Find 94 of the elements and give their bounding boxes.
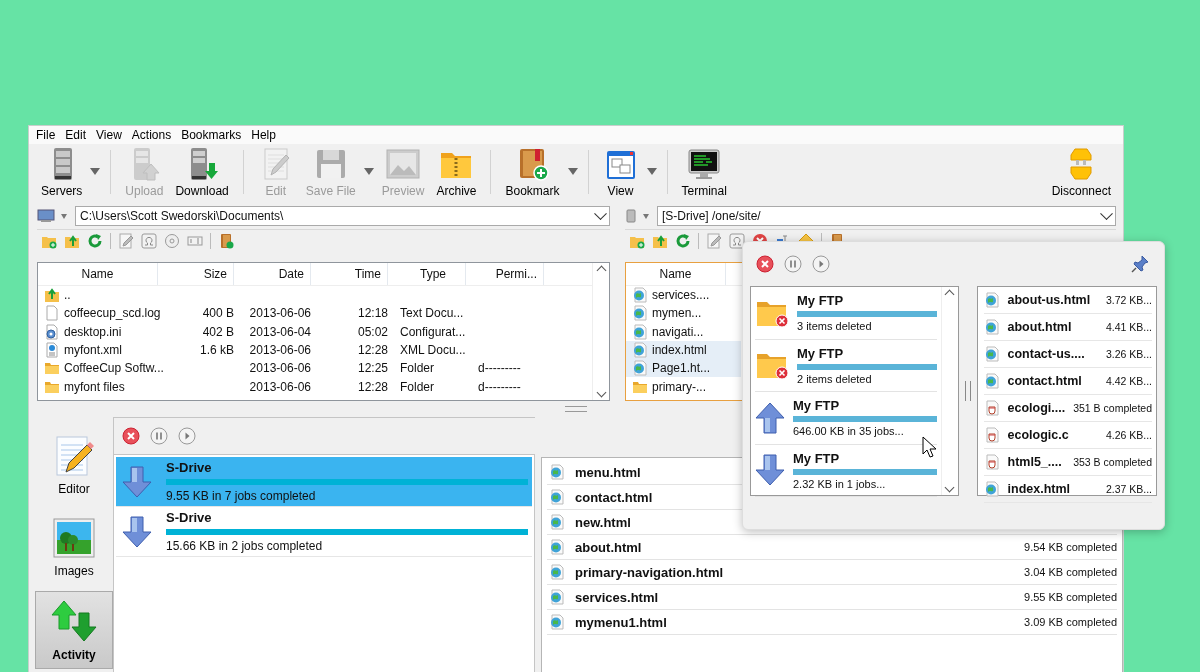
queue-detail: 646.00 KB in 35 jobs... xyxy=(793,425,904,438)
sidebar-item[interactable]: Activity xyxy=(35,591,113,669)
file-date: 2013-06-06 xyxy=(249,343,311,358)
file-time: 12:28 xyxy=(357,343,388,358)
file-name: ecologi.... xyxy=(1007,401,1066,415)
file-name: about.html xyxy=(575,539,642,555)
column-header[interactable]: Permi... xyxy=(466,263,544,285)
path-field[interactable]: C:\Users\Scott Swedorski\Documents\ xyxy=(75,206,610,226)
file-date: 2013-06-04 xyxy=(249,324,311,339)
transfer-status: 351 B completed xyxy=(1073,402,1152,414)
column-header[interactable]: Name xyxy=(626,263,726,285)
file-name: contact-us.... xyxy=(1007,347,1085,361)
transfer-status: 4.42 KB... xyxy=(1105,375,1152,387)
file-name: desktop.ini xyxy=(64,324,122,339)
menu-item[interactable]: Bookmarks xyxy=(176,128,247,142)
menu-item[interactable]: Actions xyxy=(126,128,177,142)
disconnect-button[interactable]: Disconnect xyxy=(1045,146,1117,202)
transfer-status: 3.04 KB completed xyxy=(1024,566,1117,578)
file-name: ecologic.c xyxy=(1007,428,1069,442)
queue-title: My FTP xyxy=(793,398,840,414)
file-permissions: d--------- xyxy=(478,361,521,376)
file-row[interactable]: Page1.ht... xyxy=(626,359,741,378)
queue-detail: 2.32 KB in 1 jobs... xyxy=(793,477,886,490)
file-row[interactable]: navigati... xyxy=(626,322,741,341)
menu-item[interactable]: View xyxy=(91,128,127,142)
file-row[interactable]: index.html xyxy=(626,340,741,360)
file-size: 402 B xyxy=(202,324,234,339)
terminal-button[interactable]: Terminal xyxy=(675,146,733,202)
file-time: 12:18 xyxy=(357,306,388,321)
file-name: myfont files xyxy=(64,379,125,394)
download-button[interactable]: Download xyxy=(169,146,235,202)
file-size: 1.6 kB xyxy=(199,343,234,358)
file-name: menu.html xyxy=(575,464,641,480)
menu-item[interactable]: Edit xyxy=(60,128,92,142)
path-field[interactable]: [S-Drive] /one/site/ xyxy=(657,206,1116,226)
file-type: Text Docu... xyxy=(400,306,464,321)
file-name: about.html xyxy=(1007,320,1072,334)
file-size: 400 B xyxy=(202,306,234,321)
file-time: 12:25 xyxy=(357,361,388,376)
file-name: myfont.xml xyxy=(64,343,122,358)
queue-detail: 2 items deleted xyxy=(797,372,872,385)
file-name: mymenu1.html xyxy=(575,614,667,630)
column-header[interactable]: Size xyxy=(158,263,234,285)
column-header[interactable]: Type xyxy=(388,263,466,285)
transfer-status: 353 B completed xyxy=(1073,456,1152,468)
queue-title: My FTP xyxy=(797,293,844,309)
column-header[interactable]: Time xyxy=(311,263,388,285)
file-name: coffeecup_scd.log xyxy=(64,306,161,321)
file-date: 2013-06-06 xyxy=(249,379,311,394)
file-name: primary-navigation.html xyxy=(575,564,724,580)
transfer-status: 9.55 KB completed xyxy=(1024,591,1117,603)
file-name: about-us.html xyxy=(1007,293,1091,307)
file-type: XML Docu... xyxy=(400,343,466,358)
file-name: contact.html xyxy=(575,489,653,505)
file-time: 12:28 xyxy=(357,379,388,394)
sidebar-item[interactable]: Images xyxy=(35,509,113,587)
sidebar-item[interactable]: Editor xyxy=(35,427,113,505)
transfer-status: 3.72 KB... xyxy=(1105,294,1152,306)
menu-item[interactable]: Help xyxy=(246,128,281,142)
file-row[interactable]: mymen... xyxy=(626,304,741,323)
transfer-status: 3.26 KB... xyxy=(1105,348,1152,360)
queue-item[interactable]: S-Drive 15.66 KB in 2 jobs completed xyxy=(116,507,532,557)
transfer-status: 9.54 KB completed xyxy=(1024,541,1117,553)
file-type: Configurat... xyxy=(400,324,466,339)
transfer-status: 3.09 KB completed xyxy=(1024,616,1117,628)
queue-item[interactable]: S-Drive 9.55 KB in 7 jobs completed xyxy=(116,457,532,507)
file-name: html5_.... xyxy=(1007,455,1062,469)
bookmark-button[interactable]: Bookmark xyxy=(499,146,566,202)
file-name: new.html xyxy=(575,514,631,530)
column-header[interactable]: Date xyxy=(234,263,311,285)
queue-detail: 3 items deleted xyxy=(797,320,872,333)
file-name: index.html xyxy=(1007,482,1071,496)
transfer-status: 4.26 KB... xyxy=(1105,429,1152,441)
file-time: 05:02 xyxy=(357,324,388,339)
file-name: .. xyxy=(64,288,71,303)
file-row[interactable]: primary-... xyxy=(626,377,741,396)
file-name: services.html xyxy=(575,589,659,605)
queue-title: My FTP xyxy=(797,345,844,361)
queue-title: My FTP xyxy=(793,450,840,466)
file-type: Folder xyxy=(400,361,434,376)
view-button[interactable]: View xyxy=(596,146,645,202)
file-name: contact.html xyxy=(1007,374,1082,388)
file-date: 2013-06-06 xyxy=(249,361,311,376)
file-permissions: d--------- xyxy=(478,379,521,394)
archive-button[interactable]: Archive xyxy=(430,146,483,202)
menu-item[interactable]: File xyxy=(31,128,61,142)
column-header[interactable]: Name xyxy=(38,263,158,285)
file-row[interactable]: services.... xyxy=(626,286,741,305)
file-type: Folder xyxy=(400,379,434,394)
servers-button[interactable]: Servers xyxy=(35,146,89,202)
file-name: CoffeeCup Softw... xyxy=(64,361,164,376)
transfer-status: 4.41 KB... xyxy=(1105,321,1152,333)
transfer-status: 2.37 KB... xyxy=(1105,483,1152,495)
file-date: 2013-06-06 xyxy=(249,306,311,321)
